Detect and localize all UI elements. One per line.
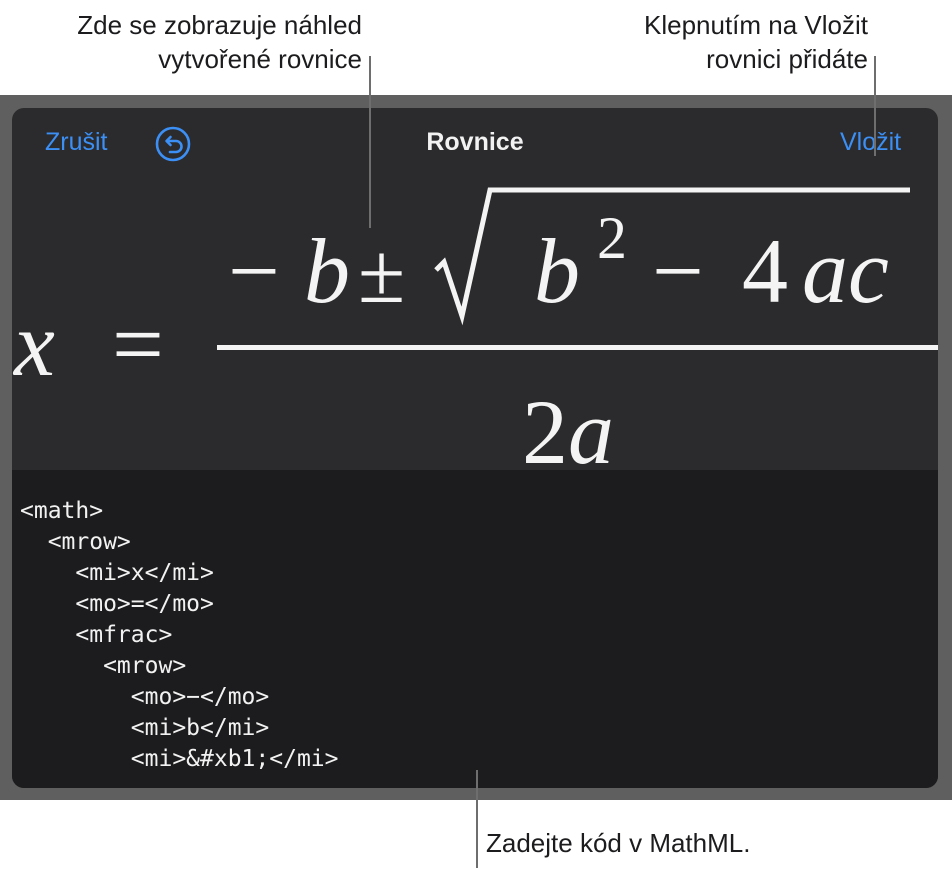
eq-ac: ac — [802, 220, 889, 322]
equation-editor-panel: Zrušit Rovnice Vložit x = − b ± b 2 − 4 … — [12, 108, 938, 788]
eq-four: 4 — [742, 220, 788, 322]
insert-button[interactable]: Vložit — [840, 128, 901, 157]
eq-plus-minus: ± — [358, 225, 405, 321]
eq-num-b: b — [304, 220, 350, 322]
mathml-code-text[interactable]: <math> <mrow> <mi>x</mi> <mo>=</mo> <mfr… — [20, 496, 339, 775]
code-callout: Zadejte kód v MathML. — [486, 828, 751, 858]
preview-callout-leader — [369, 56, 371, 228]
eq-lhs-x: x — [12, 293, 55, 395]
eq-den-two: 2 — [522, 381, 568, 470]
dialog-title: Rovnice — [426, 128, 524, 156]
eq-exponent: 2 — [597, 205, 627, 271]
eq-rad-minus: − — [652, 220, 704, 322]
insert-callout-leader — [874, 56, 876, 156]
code-callout-leader — [476, 770, 478, 868]
preview-callout-line1: Zde se zobrazuje náhled — [77, 10, 362, 40]
mathml-code-editor[interactable]: <math> <mrow> <mi>x</mi> <mo>=</mo> <mfr… — [12, 470, 938, 788]
insert-callout-line1: Klepnutím na Vložit — [643, 10, 868, 40]
insert-callout: Klepnutím na Vložit rovnici přidáte — [560, 8, 868, 76]
eq-den-a: a — [568, 381, 614, 470]
eq-equals: = — [112, 293, 164, 395]
preview-callout-line2: vytvořené rovnice — [158, 44, 362, 74]
eq-radicand-b: b — [534, 220, 580, 322]
insert-callout-line2: rovnici přidáte — [706, 44, 868, 74]
preview-callout: Zde se zobrazuje náhled vytvořené rovnic… — [40, 8, 362, 76]
equation-preview: x = − b ± b 2 − 4 ac 2 a — [12, 178, 938, 470]
equation-render: x = − b ± b 2 − 4 ac 2 a — [12, 187, 938, 470]
eq-fraction-bar — [217, 345, 938, 350]
eq-num-minus: − — [228, 220, 280, 322]
toolbar: Zrušit Rovnice Vložit — [12, 108, 938, 178]
